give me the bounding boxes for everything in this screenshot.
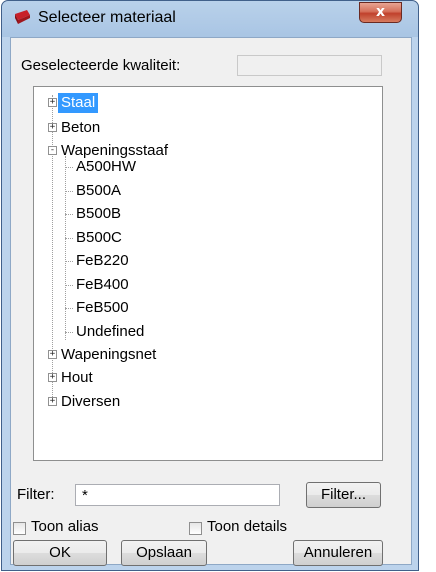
dialog-window: Selecteer materiaal x Geselecteerde kwal… <box>1 0 419 571</box>
toon-alias-checkbox[interactable] <box>13 522 26 535</box>
close-button[interactable]: x <box>359 2 402 23</box>
tree-node-feb220[interactable]: FeB220 <box>76 251 129 271</box>
tree-connector <box>65 261 73 262</box>
tree-connector <box>65 332 73 333</box>
tree-node-feb500[interactable]: FeB500 <box>76 298 129 318</box>
tree-connector <box>65 191 73 192</box>
toon-alias-label: Toon alias <box>31 518 99 535</box>
collapse-icon[interactable]: - <box>48 146 57 155</box>
filter-label: Filter: <box>17 486 55 503</box>
tree-connector <box>65 156 66 340</box>
kwaliteit-label: Geselecteerde kwaliteit: <box>21 57 181 74</box>
filter-button[interactable]: Filter... <box>306 482 381 508</box>
kwaliteit-field <box>237 55 382 76</box>
expand-icon[interactable]: + <box>48 350 57 359</box>
tree-node-wapeningsnet[interactable]: Wapeningsnet <box>61 345 156 365</box>
material-tree[interactable]: + Staal + Beton - Wapeningsstaaf A500HW … <box>33 86 383 461</box>
annuleren-button[interactable]: Annuleren <box>293 540 383 566</box>
tree-connector <box>65 285 73 286</box>
material-app-icon <box>15 10 30 24</box>
expand-icon[interactable]: + <box>48 397 57 406</box>
expand-icon[interactable]: + <box>48 123 57 132</box>
tree-node-staal[interactable]: Staal <box>58 93 99 113</box>
tree-node-b500b[interactable]: B500B <box>76 204 121 224</box>
tree-node-feb400[interactable]: FeB400 <box>76 275 129 295</box>
tree-node-b500c[interactable]: B500C <box>76 228 122 248</box>
window-title: Selecteer materiaal <box>38 9 176 26</box>
tree-node-hout[interactable]: Hout <box>61 368 93 388</box>
tree-connector <box>65 308 73 309</box>
toon-details-checkbox[interactable] <box>189 522 202 535</box>
opslaan-button[interactable]: Opslaan <box>121 540 207 566</box>
tree-node-undefined[interactable]: Undefined <box>76 322 144 342</box>
dialog-client: Geselecteerde kwaliteit: + Staal + Beton… <box>10 37 412 566</box>
tree-node-beton[interactable]: Beton <box>61 118 100 138</box>
tree-node-a500hw[interactable]: A500HW <box>76 157 136 177</box>
tree-connector <box>65 238 73 239</box>
toon-details-label: Toon details <box>207 518 288 535</box>
expand-icon[interactable]: + <box>48 98 57 107</box>
tree-connector <box>65 167 73 168</box>
expand-icon[interactable]: + <box>48 373 57 382</box>
ok-button[interactable]: OK <box>13 540 107 566</box>
tree-node-b500a[interactable]: B500A <box>76 181 121 201</box>
close-icon: x <box>375 4 386 20</box>
filter-input[interactable] <box>75 484 280 506</box>
tree-connector <box>65 214 73 215</box>
title-bar: Selecteer materiaal x <box>2 1 418 37</box>
tree-node-diversen[interactable]: Diversen <box>61 392 120 412</box>
